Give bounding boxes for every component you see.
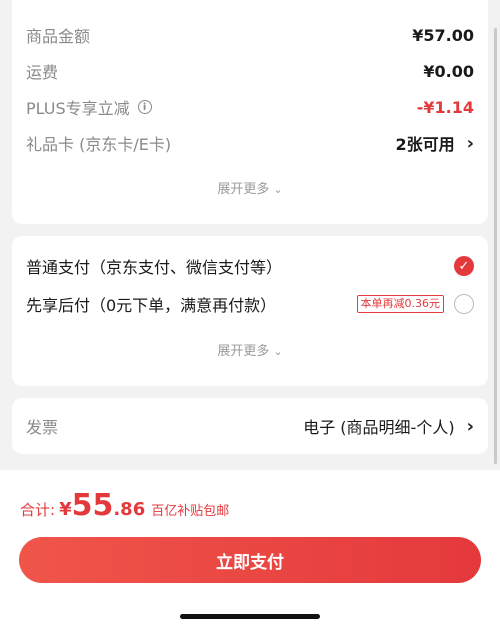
shipping-row: 运费 ¥0.00 [26, 59, 474, 83]
giftcard-row[interactable]: 礼品卡 (京东卡/E卡) 2张可用 › [26, 131, 474, 155]
subsidy-note: 百亿补贴包邮 [151, 504, 230, 519]
radio-unselected[interactable] [454, 294, 474, 314]
plus-discount-label: PLUS专享立减 [26, 99, 130, 118]
checkmark-icon[interactable]: ✓ [454, 256, 474, 276]
chevron-right-icon: › [466, 415, 474, 437]
scrollbar[interactable] [494, 28, 497, 464]
promo-tag: 本单再减0.36元 [356, 295, 444, 313]
payment-option-later-label: 先享后付（0元下单，满意再付款） [26, 296, 277, 315]
total-amount: 合计: ¥ 55 .86 百亿补贴包邮 [20, 488, 229, 523]
payment-option-later[interactable]: 先享后付（0元下单，满意再付款） 本单再减0.36元 [26, 292, 474, 316]
home-indicator [180, 614, 320, 619]
info-icon[interactable]: i [137, 100, 152, 114]
total-label: 合计: [20, 501, 56, 519]
goods-amount-row: 商品金额 ¥57.00 [26, 23, 474, 47]
invoice-label: 发票 [26, 418, 59, 437]
expand-more-label: 展开更多 [217, 182, 270, 197]
chevron-down-icon: ⌄ [273, 183, 283, 196]
goods-amount-value: ¥57.00 [412, 25, 474, 45]
expand-more-payment[interactable]: 展开更多 ⌄ [12, 340, 488, 359]
payment-option-standard-label: 普通支付（京东支付、微信支付等） [26, 258, 283, 277]
goods-amount-label: 商品金额 [26, 27, 91, 46]
expand-more-label: 展开更多 [217, 344, 270, 359]
pay-now-button[interactable]: 立即支付 [19, 537, 481, 583]
plus-discount-row: PLUS专享立减 i -¥1.14 [26, 95, 474, 119]
shipping-value: ¥0.00 [423, 61, 474, 81]
chevron-right-icon: › [466, 132, 474, 154]
shipping-label: 运费 [26, 63, 59, 82]
giftcard-value: 2张可用 [395, 135, 455, 154]
invoice-value: 电子 (商品明细-个人) [303, 418, 455, 437]
currency-symbol: ¥ [59, 499, 72, 520]
total-decimal: .86 [113, 499, 146, 520]
payment-option-standard[interactable]: 普通支付（京东支付、微信支付等） ✓ [26, 254, 474, 278]
giftcard-label: 礼品卡 (京东卡/E卡) [26, 135, 172, 154]
plus-discount-value: -¥1.14 [416, 97, 474, 117]
invoice-row[interactable]: 发票 电子 (商品明细-个人) › [26, 414, 474, 438]
checkout-bar: 合计: ¥ 55 .86 百亿补贴包邮 立即支付 [0, 470, 500, 630]
chevron-down-icon: ⌄ [273, 345, 283, 358]
total-integer: 55 [71, 488, 114, 523]
payment-method-card: 普通支付（京东支付、微信支付等） ✓ 先享后付（0元下单，满意再付款） 本单再减… [12, 236, 488, 386]
invoice-card[interactable]: 发票 电子 (商品明细-个人) › [12, 398, 488, 454]
order-summary-card: 商品金额 ¥57.00 运费 ¥0.00 PLUS专享立减 i -¥1.14 礼… [12, 0, 488, 224]
expand-more-summary[interactable]: 展开更多 ⌄ [12, 178, 488, 197]
